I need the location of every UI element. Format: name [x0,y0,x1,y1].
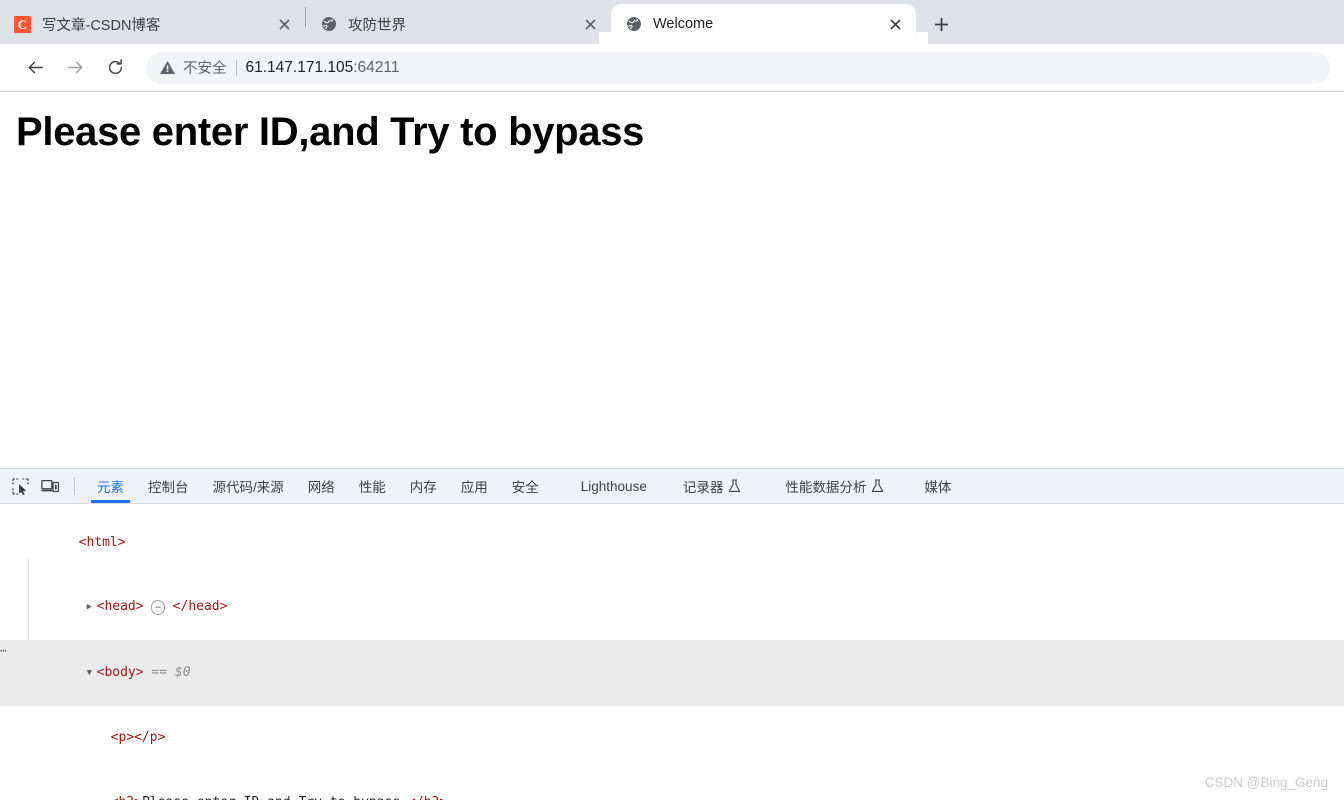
tab-title: 攻防世界 [348,17,406,34]
dom-tag: <html> [78,534,126,550]
page-viewport: Please enter ID,and Try to bypass [0,92,1344,492]
node-menu-icon[interactable]: ⋯ [0,640,7,662]
tab-label: 网络 [307,480,335,495]
dom-node-h3[interactable]: <h3>Please enter ID,and Try to bypass </… [0,770,1344,800]
dom-tag: <p></p> [110,730,166,745]
flask-icon [871,479,884,493]
collapse-triangle-icon[interactable]: ▼ [87,663,97,685]
omnibox-separator [235,59,237,76]
tab-label: 元素 [97,480,124,495]
dom-node-head[interactable]: ▶ <head> … </head> [0,575,1344,641]
address-bar[interactable]: 不安全 61.147.171.105:64211 [146,51,1330,84]
expand-triangle-icon[interactable]: ▶ [87,597,97,619]
devtools-tab-sources[interactable]: 源代码/来源 [201,469,296,503]
tab-label: 控制台 [148,480,189,495]
dom-node-html-open[interactable]: <html> [0,510,1344,575]
devtools-tab-performance-insights[interactable]: 性能数据分析 [773,469,896,503]
flask-icon [728,479,741,493]
dom-tag: <body> [96,664,144,680]
url-host: 61.147.171.105 [245,58,354,76]
dom-tag-close: </head> [172,599,228,614]
devtools-tab-media[interactable]: 媒体 [912,469,963,503]
collapsed-children-badge[interactable]: … [151,600,165,615]
reload-icon[interactable] [98,51,132,85]
devtools-panel: 元素 控制台 源代码/来源 网络 性能 内存 应用 安全 Lighthouse … [0,468,1344,800]
dom-text: Please enter ID,and Try to bypass [142,795,408,800]
tab-label: 安全 [511,480,539,495]
devtools-tab-lighthouse[interactable]: Lighthouse [569,469,659,503]
browser-tab-3[interactable]: Welcome [599,4,928,44]
dom-tree[interactable]: <html> ▶ <head> … </head> ⋯ ▼ <body> == $0 … [0,504,1344,800]
tab-label: 源代码/来源 [212,480,284,495]
csdn-letter-icon: C [14,15,31,33]
devtools-tab-security[interactable]: 安全 [500,469,551,503]
tab-label: Lighthouse [580,478,647,494]
devtools-tab-performance[interactable]: 性能 [347,469,398,503]
tab-title: 写文章-CSDN博客 [42,17,161,34]
devtools-tab-memory[interactable]: 内存 [398,469,449,503]
dom-tag: <h3> [111,795,142,800]
new-tab-button[interactable] [924,7,958,41]
address-bar-url: 61.147.171.105:64211 [246,59,400,77]
devtools-tab-recorder[interactable]: 记录器 [671,469,754,503]
browser-window: C 写文章-CSDN博客 攻防世界 Welcome 不安全 61.147.171… [0,0,1344,800]
browser-tab-2[interactable]: 攻防世界 [306,4,611,44]
browser-toolbar: 不安全 61.147.171.105:64211 [0,44,1344,92]
selected-node-marker: == $0 [151,664,191,680]
dom-node-body-open[interactable]: ⋯ ▼ <body> == $0 [0,640,1344,706]
arrow-right-icon[interactable] [58,51,92,85]
tab-title: Welcome [653,16,714,32]
close-icon[interactable] [579,13,601,35]
url-port: :64211 [353,58,400,76]
globe-icon [625,16,642,33]
page-heading: Please enter ID,and Try to bypass [16,110,645,154]
devtools-tab-elements[interactable]: 元素 [85,469,136,503]
warning-triangle-icon [159,59,176,76]
device-toolbar-icon[interactable] [36,473,64,499]
dom-node-p-1[interactable]: <p></p> [0,706,1344,771]
close-icon[interactable] [273,13,295,35]
tab-label: 性能数据分析 [785,480,867,495]
watermark: CSDN @Bing_Geng [1204,775,1328,790]
tab-label: 内存 [409,480,437,495]
security-status-label: 不安全 [183,61,227,77]
browser-tab-1[interactable]: C 写文章-CSDN博客 [0,4,305,44]
tab-label: 性能 [358,480,386,495]
arrow-left-icon[interactable] [18,51,52,85]
inspect-element-icon[interactable] [6,473,34,499]
close-icon[interactable] [884,13,906,35]
tab-strip: C 写文章-CSDN博客 攻防世界 Welcome [0,0,1344,44]
globe-icon [320,16,337,33]
tab-label: 记录器 [682,480,724,495]
devtools-tab-network[interactable]: 网络 [296,469,347,503]
dom-tag-close: </h3> [408,795,447,800]
devtools-toolbar: 元素 控制台 源代码/来源 网络 性能 内存 应用 安全 Lighthouse … [0,469,1344,504]
toolbar-divider [74,477,75,495]
dom-tag: <head> [96,599,144,614]
devtools-tab-application[interactable]: 应用 [449,469,500,503]
tab-label: 媒体 [924,480,952,495]
tab-label: 应用 [460,480,488,495]
devtools-tab-console[interactable]: 控制台 [136,469,201,503]
